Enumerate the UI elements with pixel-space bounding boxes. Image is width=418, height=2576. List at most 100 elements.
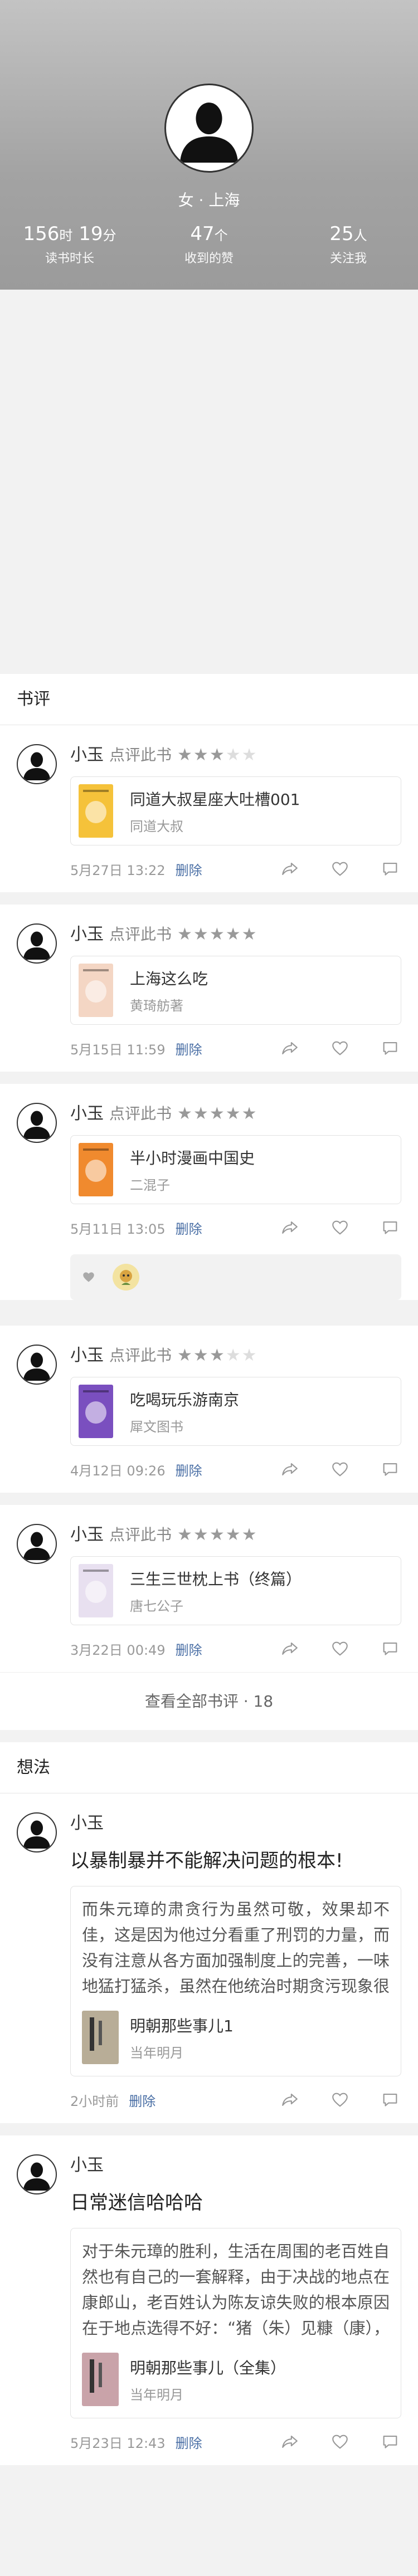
username[interactable]: 小玉 xyxy=(70,1104,104,1123)
item-footer: 5月27日 13:22 删除 xyxy=(70,845,401,892)
review-action-label: 点评此书 xyxy=(109,746,172,764)
book-link[interactable]: 明朝那些事儿（全集） 当年明月 xyxy=(82,2341,390,2418)
star-icon: ★ xyxy=(209,1346,226,1365)
delete-button[interactable]: 删除 xyxy=(129,2090,155,2110)
review-card[interactable]: 小玉 点评此书 ★★★★★ 三生三世枕上书（终篇） 唐七公子 3月22日 00:49 删除 xyxy=(0,1505,418,1672)
share-icon[interactable] xyxy=(279,859,301,879)
user-silhouette-icon xyxy=(23,1820,51,1849)
heart-icon[interactable] xyxy=(329,1459,351,1479)
book-author: 黄琦舫著 xyxy=(130,998,183,1014)
comment-icon[interactable] xyxy=(379,2432,401,2452)
profile-avatar[interactable] xyxy=(164,84,254,173)
username[interactable]: 小玉 xyxy=(70,1346,104,1365)
profile-stats: 156时 19分 读书时长 47个 收到的赞 25人 关注我 xyxy=(0,223,418,266)
review-card[interactable]: 小玉 点评此书 ★★★★★ 上海这么吃 黄琦舫著 5月15日 11:59 删除 xyxy=(0,905,418,1072)
star-icon: ★ xyxy=(225,1346,242,1365)
delete-button[interactable]: 删除 xyxy=(176,1039,202,1058)
reviews-section-title: 书评 xyxy=(0,674,418,725)
comment-icon[interactable] xyxy=(379,859,401,879)
quote-box[interactable]: 对于朱元璋的胜利，生活在周围的老百姓自然也有自己的一套解释，由于决战的地点在康郎… xyxy=(70,2228,401,2418)
quote-box[interactable]: 而朱元璋的肃贪行为虽然可敬，效果却不佳，这是因为他过分看重了刑罚的力量，而没有注… xyxy=(70,1886,401,2076)
review-action-label: 点评此书 xyxy=(109,1346,172,1365)
book-cover xyxy=(82,2353,119,2406)
user-silhouette-icon xyxy=(23,1111,51,1139)
empty-area xyxy=(0,290,418,674)
book-title: 明朝那些事儿1 xyxy=(130,2016,234,2035)
liker-avatar[interactable] xyxy=(113,1264,139,1291)
book-link[interactable]: 三生三世枕上书（终篇） 唐七公子 xyxy=(70,1556,401,1625)
reviews-list: 小玉 点评此书 ★★★★★ 同道大叔星座大吐槽001 同道大叔 5月27日 13:22 删除… xyxy=(0,725,418,1672)
star-icon: ★ xyxy=(225,925,242,944)
book-link[interactable]: 明朝那些事儿1 当年明月 xyxy=(82,1999,390,2076)
delete-button[interactable]: 删除 xyxy=(176,859,202,879)
comment-icon[interactable] xyxy=(379,1038,401,1058)
item-footer: 4月12日 09:26 删除 xyxy=(70,1446,401,1493)
heart-icon[interactable] xyxy=(329,1038,351,1058)
share-icon[interactable] xyxy=(279,1639,301,1659)
star-icon: ★ xyxy=(177,745,193,765)
avatar[interactable] xyxy=(17,1524,57,1564)
avatar[interactable] xyxy=(17,744,57,784)
share-icon[interactable] xyxy=(279,1038,301,1058)
share-icon[interactable] xyxy=(279,2090,301,2110)
book-link[interactable]: 上海这么吃 黄琦舫著 xyxy=(70,956,401,1025)
stat-followers[interactable]: 25人 关注我 xyxy=(279,223,418,266)
username[interactable]: 小玉 xyxy=(70,2154,401,2177)
avatar[interactable] xyxy=(17,1103,57,1143)
stat-likes[interactable]: 47个 收到的赞 xyxy=(139,223,279,266)
star-icon: ★ xyxy=(193,745,210,765)
heart-icon[interactable] xyxy=(329,2432,351,2452)
item-footer: 5月11日 13:05 删除 xyxy=(70,1204,401,1251)
username[interactable]: 小玉 xyxy=(70,1812,401,1835)
review-card[interactable]: 小玉 点评此书 ★★★★★ 吃喝玩乐游南京 犀文图书 4月12日 09:26 删除 xyxy=(0,1326,418,1493)
star-icon: ★ xyxy=(209,1525,226,1544)
star-icon: ★ xyxy=(193,1525,210,1544)
username[interactable]: 小玉 xyxy=(70,1525,104,1544)
share-icon[interactable] xyxy=(279,1459,301,1479)
delete-button[interactable]: 删除 xyxy=(176,1639,202,1659)
heart-icon[interactable] xyxy=(329,1218,351,1238)
timestamp: 5月27日 13:22 xyxy=(70,862,166,878)
stat-reading-time[interactable]: 156时 19分 读书时长 xyxy=(0,223,139,266)
comment-icon[interactable] xyxy=(379,1218,401,1238)
username[interactable]: 小玉 xyxy=(70,925,104,944)
avatar[interactable] xyxy=(17,2154,57,2194)
view-all-reviews-link[interactable]: 查看全部书评 · 18 xyxy=(0,1672,418,1730)
avatar[interactable] xyxy=(17,923,57,964)
rating-stars: ★★★★★ xyxy=(177,1346,258,1365)
share-icon[interactable] xyxy=(279,1218,301,1238)
book-link[interactable]: 半小时漫画中国史 二混子 xyxy=(70,1135,401,1204)
book-link[interactable]: 吃喝玩乐游南京 犀文图书 xyxy=(70,1377,401,1446)
heart-icon[interactable] xyxy=(329,859,351,879)
delete-button[interactable]: 删除 xyxy=(176,2432,202,2452)
comment-icon[interactable] xyxy=(379,2090,401,2110)
timestamp: 5月15日 11:59 xyxy=(70,1042,166,1058)
delete-button[interactable]: 删除 xyxy=(176,1218,202,1238)
review-card[interactable]: 小玉 点评此书 ★★★★★ 同道大叔星座大吐槽001 同道大叔 5月27日 13:22 删除 xyxy=(0,725,418,892)
avatar[interactable] xyxy=(17,1812,57,1852)
star-icon: ★ xyxy=(193,1104,210,1123)
star-icon: ★ xyxy=(193,1346,210,1365)
book-cover xyxy=(79,1143,113,1196)
heart-icon[interactable] xyxy=(329,2090,351,2110)
book-cover xyxy=(82,2011,119,2064)
delete-button[interactable]: 删除 xyxy=(176,1460,202,1479)
book-title: 同道大叔星座大吐槽001 xyxy=(130,790,300,809)
book-author: 同道大叔 xyxy=(130,818,183,834)
star-icon: ★ xyxy=(225,1104,242,1123)
username[interactable]: 小玉 xyxy=(70,745,104,765)
thought-card[interactable]: 小玉 以暴制暴并不能解决问题的根本! 而朱元璋的肃贪行为虽然可敬，效果却不佳，这是因… xyxy=(0,1793,418,2123)
heart-icon[interactable] xyxy=(329,1639,351,1659)
review-action-label: 点评此书 xyxy=(109,1526,172,1544)
book-author: 当年明月 xyxy=(130,2045,183,2061)
rating-stars: ★★★★★ xyxy=(177,1104,258,1123)
share-icon[interactable] xyxy=(279,2432,301,2452)
comment-icon[interactable] xyxy=(379,1639,401,1659)
review-card[interactable]: 小玉 点评此书 ★★★★★ 半小时漫画中国史 二混子 5月11日 13:05 删除 xyxy=(0,1084,418,1300)
comment-icon[interactable] xyxy=(379,1459,401,1479)
item-footer: 5月23日 12:43 删除 xyxy=(70,2418,401,2465)
thought-card[interactable]: 小玉 日常迷信哈哈哈 对于朱元璋的胜利，生活在周围的老百姓自然也有自己的一套解释，由… xyxy=(0,2135,418,2465)
avatar[interactable] xyxy=(17,1345,57,1385)
book-link[interactable]: 同道大叔星座大吐槽001 同道大叔 xyxy=(70,776,401,845)
user-silhouette-icon xyxy=(23,1352,51,1381)
